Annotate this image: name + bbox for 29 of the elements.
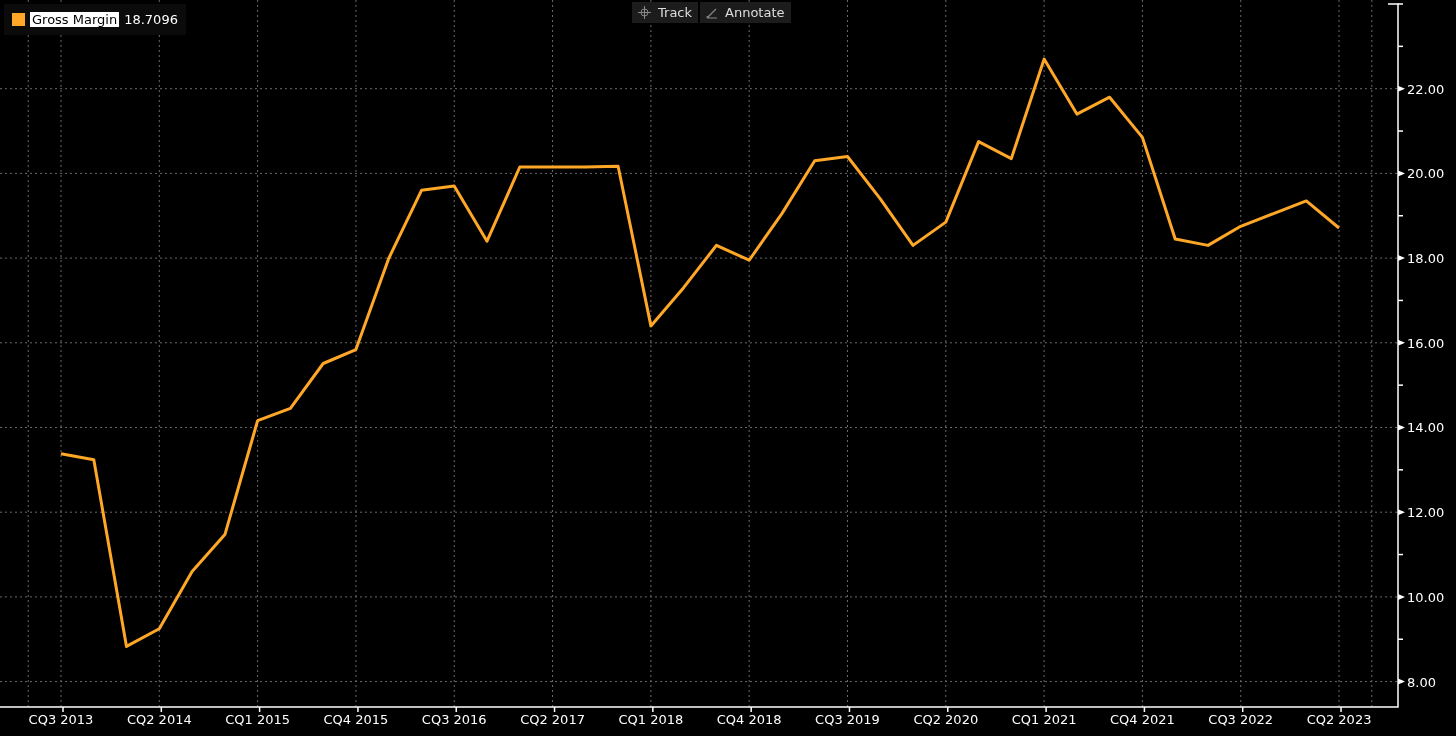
track-button[interactable]: Track [632, 2, 699, 23]
y-tick-label: 8.00 [1407, 674, 1436, 690]
x-tick-label: CQ2 2014 [126, 712, 192, 727]
y-tick-label: 14.00 [1407, 420, 1445, 436]
y-tick-label: 12.00 [1407, 505, 1445, 521]
x-tick-label: CQ3 2022 [1208, 712, 1274, 727]
x-tick-label: CQ2 2020 [913, 712, 979, 727]
x-tick-label: CQ1 2018 [618, 712, 684, 727]
series-swatch [12, 13, 25, 26]
y-tick-label: 16.00 [1407, 335, 1445, 351]
x-tick-label: CQ3 2016 [421, 712, 487, 727]
x-tick-label: CQ2 2023 [1306, 712, 1372, 727]
annotate-button[interactable]: Annotate [700, 2, 791, 23]
x-tick-label: CQ3 2019 [815, 712, 880, 727]
x-tick-label: CQ1 2021 [1011, 712, 1077, 727]
crosshair-icon [638, 6, 651, 19]
series-value: 18.7096 [124, 12, 178, 27]
y-tick-label: 22.00 [1407, 81, 1445, 97]
x-tick-label: CQ4 2021 [1110, 712, 1175, 727]
x-tick-label: CQ4 2018 [716, 712, 782, 727]
y-tick-label: 10.00 [1407, 589, 1445, 605]
series-label: Gross Margin [30, 12, 120, 27]
x-tick-label: CQ1 2015 [225, 712, 290, 727]
x-tick-label: CQ2 2017 [520, 712, 585, 727]
x-tick-label: CQ4 2015 [323, 712, 389, 727]
y-tick-label: 18.00 [1407, 251, 1445, 267]
pencil-icon [706, 6, 719, 19]
y-tick-label: 20.00 [1407, 166, 1445, 182]
x-tick-label: CQ3 2013 [28, 712, 94, 727]
